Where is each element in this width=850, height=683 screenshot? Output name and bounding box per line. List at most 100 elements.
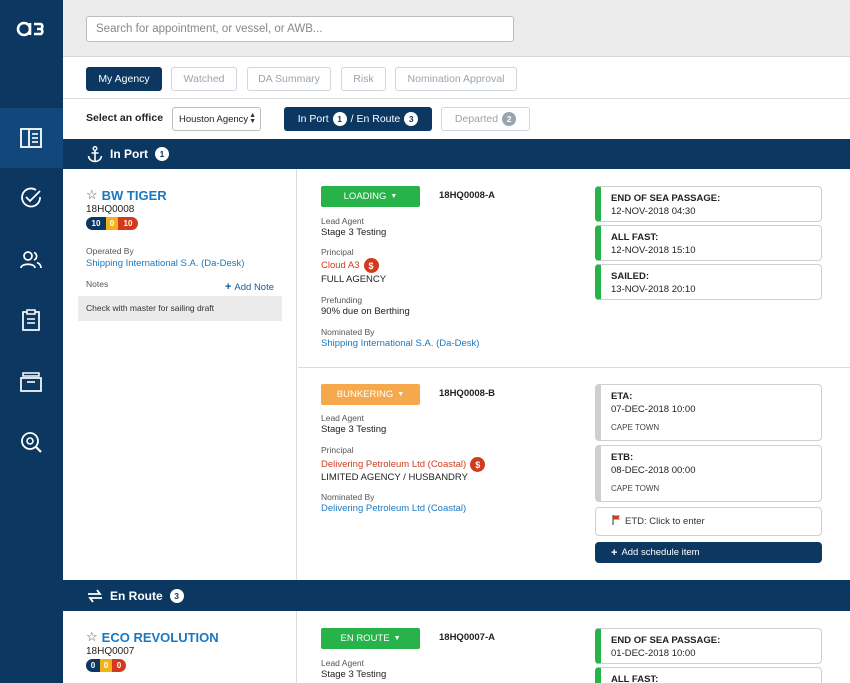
schedule-card-end-of-sea-passage[interactable]: END OF SEA PASSAGE: 01-DEC-2018 10:00 <box>595 628 822 664</box>
archive-icon[interactable] <box>19 370 43 394</box>
schedule-card-end-of-sea-passage[interactable]: END OF SEA PASSAGE: 12-NOV-2018 04:30 <box>595 186 822 222</box>
schedule-card-eta[interactable]: ETA: 07-DEC-2018 10:00 CAPE TOWN <box>595 384 822 441</box>
add-schedule-label: Add schedule item <box>621 547 700 558</box>
departed-label: Departed <box>454 113 499 125</box>
anchor-icon <box>86 145 104 163</box>
top-bar <box>63 0 850 57</box>
pill-red: 10 <box>118 217 138 230</box>
in-port-count-badge: 1 <box>332 112 347 126</box>
in-port-title: In Port <box>110 147 148 161</box>
en-route-label: / En Route <box>350 113 401 125</box>
search-settings-icon[interactable] <box>19 430 43 454</box>
add-note-button[interactable]: + Add Note <box>218 278 281 296</box>
status-dropdown-bunkering[interactable]: BUNKERING ▼ <box>321 384 420 405</box>
office-row: Select an office Houston Agency ▲ ▼ In Po… <box>63 99 850 139</box>
tab-nomination-approval[interactable]: Nomination Approval <box>395 67 517 91</box>
principal-label: Principal <box>321 445 354 455</box>
vessel-card-eco-revolution: ☆ ECO REVOLUTION 18HQ0007 0 0 0 <box>63 611 297 683</box>
status-dropdown-en-route[interactable]: EN ROUTE ▼ <box>321 628 420 649</box>
nominated-by-label: Nominated By <box>321 327 375 337</box>
appointment-code[interactable]: 18HQ0008-A <box>439 190 495 201</box>
in-port-en-route-toggle[interactable]: In Port 1 / En Route 3 <box>284 107 432 131</box>
principal-name: Delivering Petroleum Ltd (Coastal) <box>321 459 467 471</box>
schedule-date: 07-DEC-2018 10:00 <box>611 404 696 415</box>
status-dropdown-loading[interactable]: LOADING ▼ <box>321 186 420 207</box>
lead-agent-label: Lead Agent <box>321 216 365 226</box>
en-route-section-count: 3 <box>169 588 184 603</box>
schedule-title: ETB: <box>611 452 634 463</box>
tab-watched[interactable]: Watched <box>171 67 237 91</box>
vessel-name[interactable]: ☆ BW TIGER <box>86 187 167 203</box>
checkmark-icon[interactable] <box>19 186 43 210</box>
risk-pills: 0 0 0 <box>86 659 126 672</box>
schedule-title: ALL FAST: <box>611 674 659 683</box>
office-select[interactable]: Houston Agency ▲ ▼ <box>172 107 261 131</box>
add-schedule-item-button[interactable]: + Add schedule item <box>595 542 822 563</box>
en-route-title: En Route <box>110 588 163 603</box>
principal-label: Principal <box>321 247 354 257</box>
dollar-icon[interactable]: $ <box>470 457 486 472</box>
dashboard-icon[interactable] <box>19 126 43 150</box>
star-icon[interactable]: ☆ <box>86 629 98 645</box>
schedule-card-all-fast[interactable]: ALL FAST: <box>595 667 822 683</box>
dollar-icon[interactable]: $ <box>363 258 379 273</box>
schedule-port: CAPE TOWN <box>611 423 660 432</box>
status-label: EN ROUTE <box>340 633 390 644</box>
departed-count-badge: 2 <box>502 112 517 126</box>
nominated-by-link[interactable]: Delivering Petroleum Ltd (Coastal) <box>321 503 466 514</box>
plus-icon: + <box>611 546 618 559</box>
schedule-date: 13-NOV-2018 20:10 <box>611 284 696 295</box>
en-route-count-badge: 3 <box>404 112 419 126</box>
pill-red: 0 <box>112 659 126 672</box>
schedule-card-etb[interactable]: ETB: 08-DEC-2018 00:00 CAPE TOWN <box>595 445 822 502</box>
pill-navy: 10 <box>86 217 106 230</box>
clipboard-icon[interactable] <box>19 308 43 332</box>
departed-toggle[interactable]: Departed 2 <box>441 107 530 131</box>
plus-icon: + <box>224 281 232 293</box>
schedule-card-all-fast[interactable]: ALL FAST: 12-NOV-2018 15:10 <box>595 225 822 261</box>
people-icon[interactable] <box>19 248 43 272</box>
in-port-section-header[interactable]: In Port 1 <box>63 139 850 169</box>
status-label: LOADING <box>343 191 387 202</box>
lead-agent-label: Lead Agent <box>321 658 365 668</box>
risk-pills: 10 0 10 <box>86 217 138 230</box>
nominated-by-link[interactable]: Shipping International S.A. (Da-Desk) <box>321 338 479 349</box>
caret-down-icon: ▼ <box>390 193 398 200</box>
schedule-title: SAILED: <box>611 271 649 282</box>
vessel-card-bw-tiger: ☆ BW TIGER 18HQ0008 10 0 10 Operated By … <box>63 169 297 580</box>
lead-agent-value: Stage 3 Testing <box>321 424 387 435</box>
lead-agent-label: Lead Agent <box>321 413 365 423</box>
operated-by-label: Operated By <box>86 246 134 256</box>
etd-entry[interactable]: ETD: Click to enter <box>595 507 822 536</box>
schedule-date: 08-DEC-2018 00:00 <box>611 465 696 476</box>
star-icon[interactable]: ☆ <box>86 187 98 203</box>
select-arrows-icon: ▲ ▼ <box>249 112 256 125</box>
in-port-section-count: 1 <box>155 147 169 161</box>
appointment-code[interactable]: 18HQ0008-B <box>439 388 495 399</box>
tab-risk[interactable]: Risk <box>341 67 386 91</box>
status-label: BUNKERING <box>336 389 394 400</box>
appointment-18hq0007-a: EN ROUTE ▼ 18HQ0007-A Lead Agent Stage 3… <box>298 611 595 683</box>
pill-yellow: 0 <box>106 217 118 230</box>
appointment-code[interactable]: 18HQ0007-A <box>439 632 495 643</box>
notes-label: Notes <box>86 279 109 289</box>
en-route-section-header[interactable]: En Route 3 <box>63 580 850 611</box>
operated-by-link[interactable]: Shipping International S.A. (Da-Desk) <box>86 258 244 269</box>
principal-link[interactable]: Cloud A3 $ <box>321 258 379 273</box>
schedule-port: CAPE TOWN <box>611 484 660 493</box>
tab-my-agency[interactable]: My Agency <box>86 67 162 91</box>
schedule-date: 12-NOV-2018 04:30 <box>611 206 696 217</box>
schedule-18hq0008-b: ETA: 07-DEC-2018 10:00 CAPE TOWN ETB: 08… <box>595 384 822 564</box>
tab-da-summary[interactable]: DA Summary <box>247 67 331 91</box>
vessel-name[interactable]: ☆ ECO REVOLUTION <box>86 629 219 645</box>
prefunding-label: Prefunding <box>321 295 363 305</box>
schedule-card-sailed[interactable]: SAILED: 13-NOV-2018 20:10 <box>595 264 822 300</box>
search-input[interactable] <box>86 16 514 42</box>
caret-down-icon: ▼ <box>393 635 401 642</box>
appointment-18hq0008-b: BUNKERING ▼ 18HQ0008-B Lead Agent Stage … <box>298 368 595 580</box>
principal-link[interactable]: Delivering Petroleum Ltd (Coastal) $ <box>321 457 486 472</box>
office-label: Select an office <box>86 112 164 124</box>
app-logo[interactable] <box>0 0 63 57</box>
vessel-code: 18HQ0007 <box>86 646 135 657</box>
nominated-by-label: Nominated By <box>321 492 375 502</box>
